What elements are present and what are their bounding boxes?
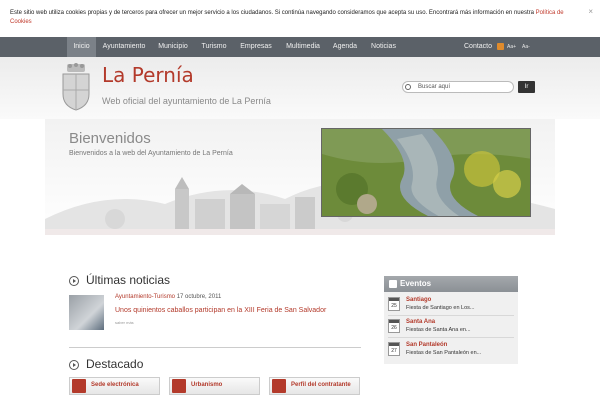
banner-title: Bienvenidos	[69, 130, 151, 147]
search-icon	[405, 84, 411, 90]
featured-label: Perfil del contratante	[291, 382, 351, 388]
main-nav: Inicio Ayuntamiento Municipio Turismo Em…	[0, 37, 600, 57]
site-subtitle: Web oficial del ayuntamiento de La Perní…	[102, 96, 271, 106]
rss-icon[interactable]	[497, 43, 504, 50]
event-desc: Fiestas de San Pantaleón en...	[406, 350, 482, 356]
divider	[69, 347, 361, 348]
close-icon[interactable]: ×	[588, 7, 593, 16]
news-category[interactable]: Ayuntamiento-Turismo	[115, 294, 175, 300]
calendar-day-icon: 26	[388, 319, 400, 333]
event-name[interactable]: Santiago	[406, 297, 431, 303]
nav-item-multimedia[interactable]: Multimedia	[280, 37, 326, 57]
news-meta: Ayuntamiento-Turismo 17 octubre, 2011	[115, 294, 221, 300]
event-name[interactable]: Santa Ana	[406, 319, 435, 325]
featured-perfil-contratante[interactable]: Perfil del contratante	[269, 377, 360, 395]
event-item[interactable]: 25 Santiago Fiesta de Santiago en Los...	[388, 297, 516, 315]
divider	[388, 337, 514, 338]
monitor-icon	[72, 379, 86, 393]
cookie-notice: Este sitio web utiliza cookies propias y…	[0, 0, 600, 37]
nav-item-inicio[interactable]: Inicio	[67, 37, 96, 57]
nav-item-ayuntamiento[interactable]: Ayuntamiento	[98, 37, 150, 57]
featured-urbanismo[interactable]: Urbanismo	[169, 377, 260, 395]
calendar-icon	[389, 280, 397, 288]
river-photo	[321, 128, 531, 217]
nav-item-noticias[interactable]: Noticias	[366, 37, 401, 57]
event-desc: Fiesta de Santiago en Los...	[406, 305, 475, 311]
nav-item-municipio[interactable]: Municipio	[152, 37, 194, 57]
news-date: 17 octubre, 2011	[176, 294, 222, 300]
house-icon	[172, 379, 186, 393]
featured-sede-electronica[interactable]: Sede electrónica	[69, 377, 160, 395]
event-item[interactable]: 27 San Pantaleón Fiestas de San Pantaleó…	[388, 342, 516, 360]
event-name[interactable]: San Pantaleón	[406, 342, 447, 348]
divider	[388, 315, 514, 316]
cookie-policy-link-2[interactable]: Cookies	[10, 19, 32, 25]
events-heading: Eventos	[400, 279, 432, 288]
calendar-day-icon: 27	[388, 342, 400, 356]
coat-of-arms-icon[interactable]	[60, 62, 92, 112]
calendar-day-icon: 25	[388, 297, 400, 311]
events-header: Eventos	[384, 276, 518, 292]
search-input[interactable]: Buscar aquí	[402, 81, 514, 93]
site-title[interactable]: La Pernía	[102, 63, 194, 87]
nav-item-agenda[interactable]: Agenda	[328, 37, 362, 57]
section-arrow-icon	[69, 276, 79, 286]
cookie-text: Este sitio web utiliza cookies propias y…	[10, 10, 536, 16]
featured-label: Sede electrónica	[91, 382, 139, 388]
news-title-link[interactable]: Unos quinientos caballos participan en l…	[115, 307, 326, 314]
site-header: La Pernía Web oficial del ayuntamiento d…	[0, 57, 600, 119]
event-item[interactable]: 26 Santa Ana Fiestas de Santa Ana en...	[388, 319, 516, 337]
nav-item-turismo[interactable]: Turismo	[196, 37, 232, 57]
featured-heading: Destacado	[86, 357, 144, 371]
cookie-policy-link[interactable]: Política de	[536, 10, 564, 16]
news-more-link[interactable]: saber más	[115, 320, 134, 325]
events-panel: Eventos 25 Santiago Fiesta de Santiago e…	[384, 276, 518, 364]
event-desc: Fiestas de Santa Ana en...	[406, 327, 471, 333]
search-button[interactable]: Ir	[518, 81, 535, 93]
nav-item-empresas[interactable]: Empresas	[235, 37, 277, 57]
banner-subtitle: Bienvenidos a la web del Ayuntamiento de…	[69, 150, 233, 157]
nav-contact-link[interactable]: Contacto	[464, 37, 492, 57]
font-smaller-button[interactable]: Aa-	[522, 37, 530, 57]
section-arrow-icon	[69, 360, 79, 370]
news-thumbnail[interactable]	[69, 295, 104, 330]
document-icon	[272, 379, 286, 393]
featured-label: Urbanismo	[191, 382, 223, 388]
news-heading: Últimas noticias	[86, 273, 171, 287]
font-bigger-button[interactable]: Aa+	[507, 37, 516, 57]
